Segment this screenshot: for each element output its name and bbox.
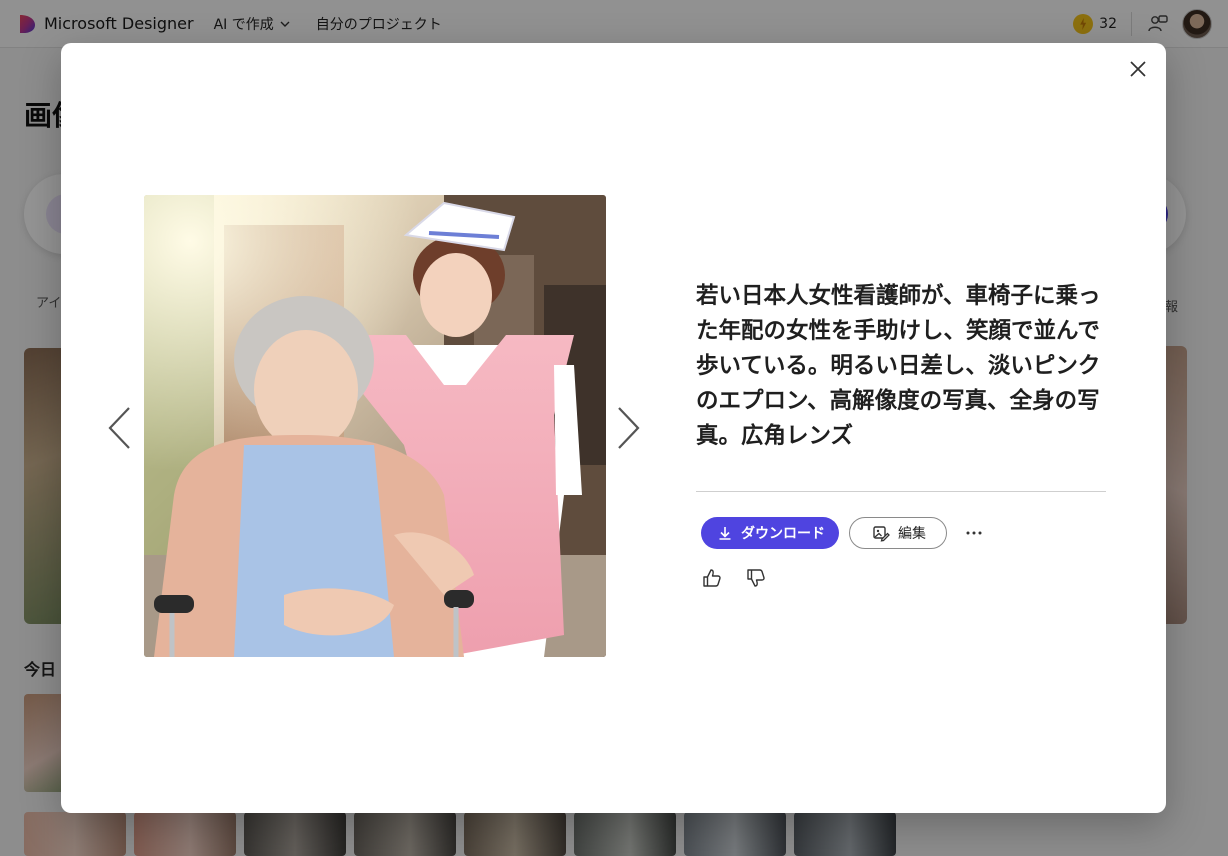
download-button-label: ダウンロード [741,525,825,541]
generated-image [144,195,606,657]
feedback-row [701,567,767,589]
edit-image-icon [873,526,890,542]
edit-button[interactable]: 編集 [849,517,947,549]
divider [696,491,1106,492]
edit-button-label: 編集 [898,525,926,541]
action-row: ダウンロード 編集 [701,517,985,549]
chevron-right-icon[interactable] [615,405,643,451]
thumbs-up-icon[interactable] [701,567,723,589]
chevron-left-icon[interactable] [105,405,133,451]
more-options-button[interactable] [963,522,985,544]
more-icon [966,531,982,535]
download-button[interactable]: ダウンロード [701,517,839,549]
image-detail-dialog: 若い日本人女性看護師が、車椅子に乗った年配の女性を手助けし、笑顔で並んで歩いてい… [61,43,1166,813]
prompt-text: 若い日本人女性看護師が、車椅子に乗った年配の女性を手助けし、笑顔で並んで歩いてい… [696,283,1101,449]
close-icon[interactable] [1126,57,1150,81]
download-icon [719,527,731,540]
thumbs-down-icon[interactable] [745,567,767,589]
